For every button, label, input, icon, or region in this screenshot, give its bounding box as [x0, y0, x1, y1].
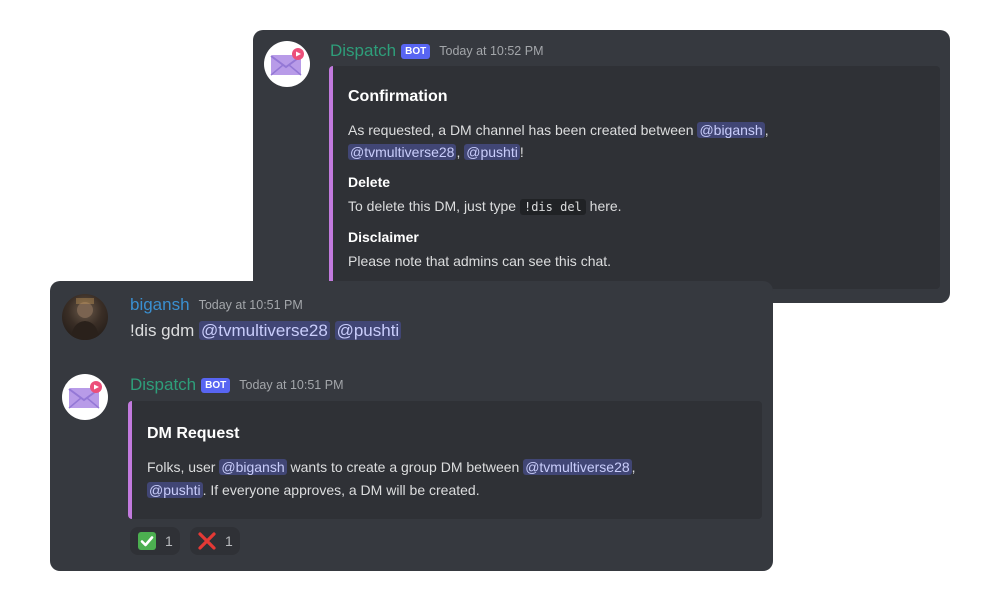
exclamation: !	[519, 144, 524, 160]
embed-description-line1: As requested, a DM channel has been crea…	[348, 119, 769, 141]
dispatch-avatar[interactable]	[264, 41, 310, 87]
reaction-count: 1	[225, 533, 233, 549]
author-name[interactable]: bigansh	[130, 295, 190, 315]
confirmation-message-panel: Dispatch BOT Today at 10:52 PM Confirmat…	[253, 30, 950, 303]
embed-title: Confirmation	[348, 88, 448, 105]
author-name[interactable]: Dispatch	[330, 41, 396, 61]
field-delete-value: To delete this DM, just type !dis del he…	[348, 195, 622, 218]
mention-tvmultiverse28[interactable]: @tvmultiverse28	[198, 321, 330, 340]
envelope-icon	[68, 381, 102, 409]
bigansh-avatar[interactable]	[62, 294, 108, 340]
reaction-cross[interactable]: 1	[190, 527, 240, 555]
comma: ,	[631, 459, 636, 475]
confirmation-embed: Confirmation As requested, a DM channel …	[329, 66, 940, 289]
timestamp[interactable]: Today at 10:51 PM	[199, 298, 303, 312]
reaction-check[interactable]: 1	[130, 527, 180, 555]
embed-description-line2: @pushti. If everyone approves, a DM will…	[147, 479, 480, 501]
embed-description-line1: Folks, user @bigansh wants to create a g…	[147, 456, 636, 478]
message-header: Dispatch BOT Today at 10:51 PM	[130, 375, 343, 395]
reaction-count: 1	[165, 533, 173, 549]
embed-text: Folks, user	[147, 459, 216, 475]
message-header: bigansh Today at 10:51 PM	[130, 295, 303, 315]
comma: ,	[764, 122, 769, 138]
embed-description-line2: @tvmultiverse28, @pushti!	[348, 141, 524, 163]
dm-request-embed: DM Request Folks, user @bigansh wants to…	[128, 401, 762, 519]
comma: ,	[456, 144, 461, 160]
field-disclaimer-value: Please note that admins can see this cha…	[348, 253, 612, 269]
mention-bigansh[interactable]: @bigansh	[697, 122, 765, 138]
timestamp[interactable]: Today at 10:51 PM	[239, 378, 343, 392]
mention-pushti[interactable]: @pushti	[334, 321, 402, 340]
request-message-panel: bigansh Today at 10:51 PM !dis gdm @tvmu…	[50, 281, 773, 571]
embed-text: As requested, a DM channel has been crea…	[348, 122, 694, 138]
timestamp[interactable]: Today at 10:52 PM	[439, 44, 543, 58]
bot-badge: BOT	[201, 377, 231, 393]
envelope-icon	[270, 48, 304, 76]
user-photo	[71, 298, 99, 340]
field-text: here.	[589, 198, 622, 214]
field-disclaimer-name: Disclaimer	[348, 229, 419, 245]
command-code: !dis del	[519, 199, 586, 215]
command-text: !dis gdm	[130, 321, 195, 340]
message-header: Dispatch BOT Today at 10:52 PM	[330, 41, 543, 61]
embed-text: wants to create a group DM between	[290, 459, 520, 475]
mention-pushti[interactable]: @pushti	[147, 482, 203, 498]
field-delete-name: Delete	[348, 174, 391, 190]
author-name[interactable]: Dispatch	[130, 375, 196, 395]
message-content: !dis gdm @tvmultiverse28 @pushti	[130, 321, 402, 341]
embed-title: DM Request	[147, 425, 240, 442]
bot-badge: BOT	[401, 43, 431, 59]
cross-mark-icon	[197, 531, 217, 551]
check-mark-icon	[137, 531, 157, 551]
mention-pushti[interactable]: @pushti	[464, 144, 520, 160]
mention-tvmultiverse28[interactable]: @tvmultiverse28	[523, 459, 632, 475]
mention-tvmultiverse28[interactable]: @tvmultiverse28	[348, 144, 457, 160]
mention-bigansh[interactable]: @bigansh	[219, 459, 287, 475]
field-text: To delete this DM, just type	[348, 198, 517, 214]
dispatch-avatar[interactable]	[62, 374, 108, 420]
embed-text: . If everyone approves, a DM will be cre…	[202, 482, 480, 498]
